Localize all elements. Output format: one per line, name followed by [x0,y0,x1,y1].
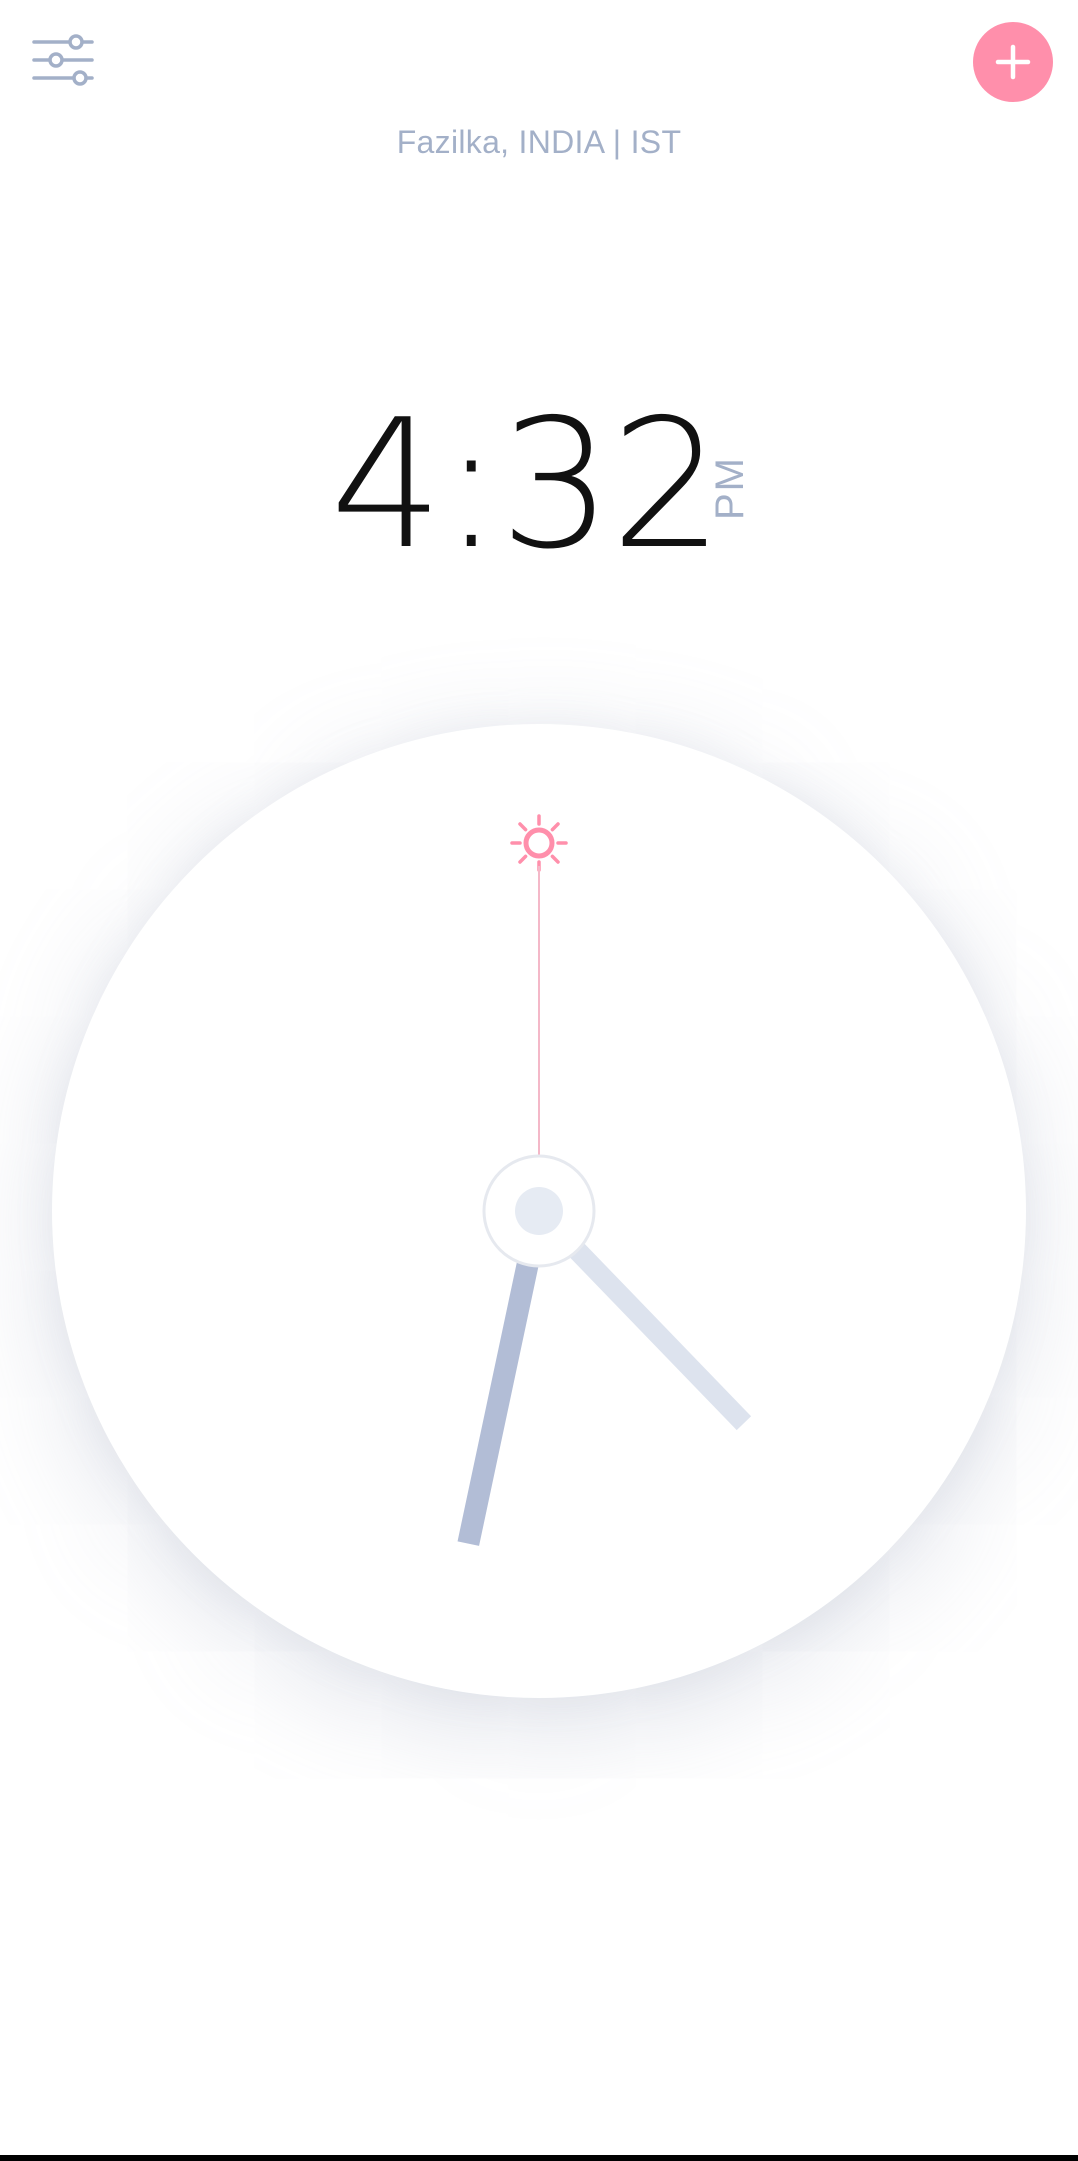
sliders-icon [32,34,94,86]
digital-time: 4:32 [0,385,1078,585]
settings-button[interactable] [30,28,100,92]
analog-clock [457,814,752,1546]
center-cap-dot [515,1187,563,1235]
plus-icon [973,22,1053,102]
time-digits: 4:32 [330,381,724,588]
bottom-bar [0,2155,1078,2161]
sun-icon [510,814,568,872]
location-label: Fazilka, INDIA | IST [396,124,682,160]
am-pm-indicator: PM [708,456,752,520]
add-button[interactable] [973,22,1053,102]
